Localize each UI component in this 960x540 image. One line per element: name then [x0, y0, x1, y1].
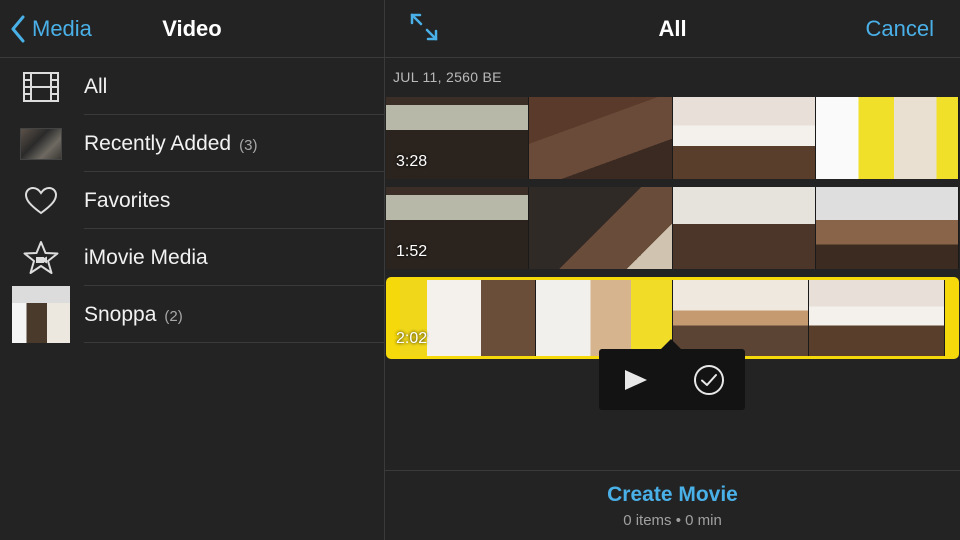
video-clip[interactable]: 3:28 — [386, 97, 959, 179]
clip-action-popover — [599, 339, 745, 410]
clip-duration: 1:52 — [396, 243, 428, 260]
clip-frame — [815, 97, 959, 179]
clip-duration: 3:28 — [396, 153, 428, 170]
create-movie-button[interactable]: Create Movie — [385, 483, 960, 507]
sidebar-item-label: Recently Added — [84, 132, 232, 155]
clip-frame — [815, 187, 959, 269]
sidebar-item-imovie-media[interactable]: iMovie Media — [0, 229, 384, 286]
item-count: (3) — [239, 137, 258, 154]
sidebar-item-all[interactable]: All — [0, 58, 384, 115]
sidebar-item-label: Favorites — [84, 189, 171, 212]
clip-frame — [529, 187, 673, 269]
play-icon — [624, 369, 647, 390]
heart-icon — [12, 172, 70, 229]
browser-header: All Cancel — [385, 0, 960, 58]
clip-frame — [536, 280, 673, 356]
divider — [385, 470, 960, 471]
checkmark-circle-icon — [693, 364, 724, 395]
sidebar-item-recently-added[interactable]: Recently Added (3) — [0, 115, 384, 172]
sidebar-item-snoppa[interactable]: Snoppa (2) — [0, 286, 384, 343]
album-thumbnail — [12, 286, 70, 343]
sidebar-title: Video — [162, 16, 222, 41]
add-clip-button[interactable] — [672, 349, 745, 410]
sidebar-item-label: Snoppa — [84, 303, 157, 326]
selection-summary: 0 items • 0 min — [623, 512, 722, 529]
star-icon — [12, 229, 70, 286]
cancel-button[interactable]: Cancel — [866, 16, 934, 42]
sidebar-header: Media Video — [0, 0, 384, 58]
sidebar-item-favorites[interactable]: Favorites — [0, 172, 384, 229]
clip-frame — [672, 280, 809, 356]
clip-frame — [808, 280, 945, 356]
sidebar-item-label: All — [84, 75, 108, 98]
clip-duration: 2:02 — [396, 330, 428, 347]
item-count: (2) — [164, 308, 183, 325]
play-button[interactable] — [599, 349, 672, 410]
date-header: JUL 11, 2560 BE — [393, 69, 502, 85]
clip-frame — [529, 97, 673, 179]
clip-frame — [672, 97, 816, 179]
media-sidebar: Media Video All Recently Added (3) Favor… — [0, 0, 385, 540]
recently-added-thumbnail — [12, 115, 70, 172]
sidebar-item-label: iMovie Media — [84, 246, 208, 269]
media-browser: All Cancel JUL 11, 2560 BE 3:28 1:52 2:0… — [385, 0, 960, 540]
film-icon — [12, 58, 70, 115]
divider — [84, 342, 384, 343]
clip-frame — [672, 187, 816, 269]
video-clip[interactable]: 1:52 — [386, 187, 959, 269]
